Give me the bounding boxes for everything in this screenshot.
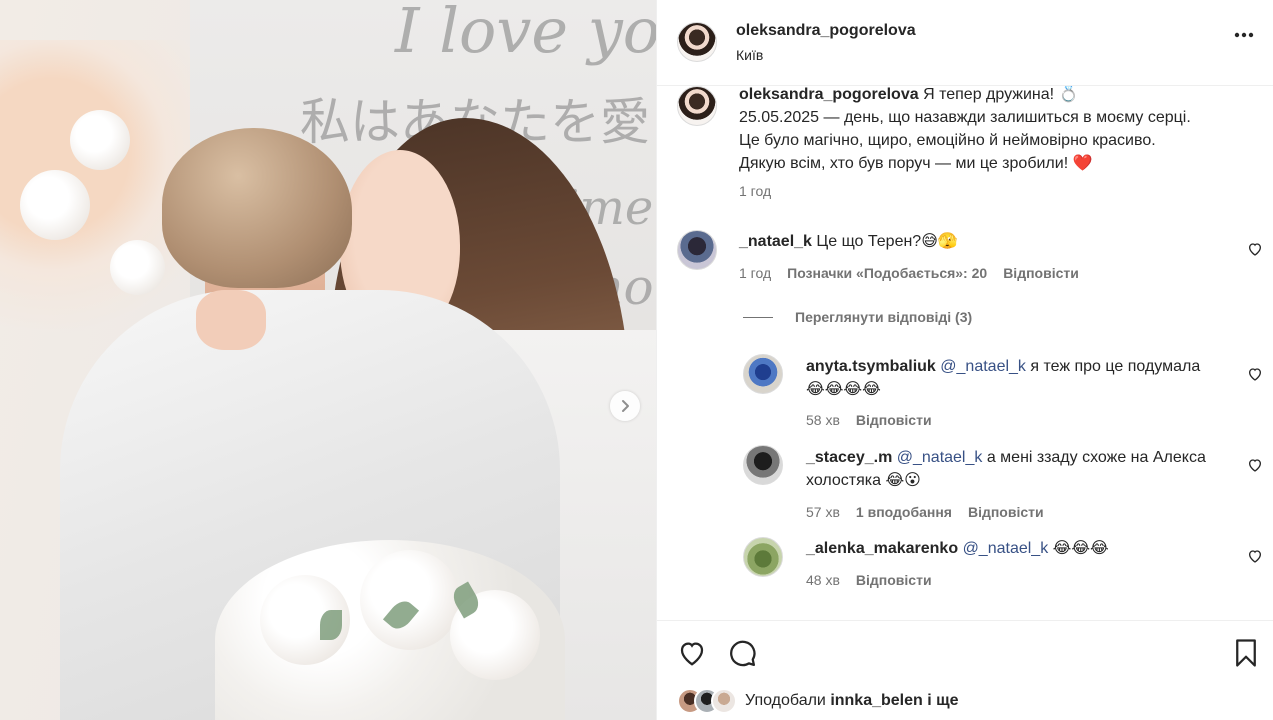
reply-username[interactable]: _stacey_.m [806, 449, 892, 466]
heart-icon[interactable] [677, 638, 707, 668]
reply-mention[interactable]: @_natael_k [940, 358, 1026, 375]
caption-username[interactable]: oleksandra_pogorelova [739, 86, 919, 103]
more-horizontal-icon[interactable] [1234, 32, 1254, 38]
reply-time: 57 хв [806, 504, 840, 520]
chevron-right-icon [622, 400, 629, 412]
reply-mention[interactable]: @_natael_k [963, 540, 1049, 557]
reply-body: 😂😂😂 [1048, 540, 1109, 557]
photo-man-hair [162, 128, 352, 288]
liked-by-username[interactable]: innka_belen [830, 692, 922, 710]
reply-button[interactable]: Відповісти [856, 412, 932, 428]
avatar[interactable] [743, 445, 783, 485]
reply-body: а мені ззаду схоже на Алекса [982, 449, 1206, 466]
reply-likes-count[interactable]: 1 вподобання [856, 504, 952, 520]
reply-body-line-2: 😂😂😂😂 [806, 381, 881, 398]
comment-icon[interactable] [727, 638, 757, 668]
comments-section[interactable]: oleksandra_pogorelova Я тепер дружина! 💍… [657, 86, 1273, 620]
comment-likes-count[interactable]: Позначки «Подобається»: 20 [787, 265, 987, 281]
reply-username[interactable]: _alenka_makarenko [806, 540, 958, 557]
caption-time: 1 год [739, 183, 772, 199]
reply-meta: 48 хв Відповісти [806, 572, 932, 588]
heart-icon[interactable] [1247, 241, 1263, 257]
caption-line-4: Дякую всім, хто був поруч — ми це зробил… [739, 155, 1093, 172]
reply-button[interactable]: Відповісти [856, 572, 932, 588]
liked-by-prefix: Уподобали [745, 692, 831, 709]
reply-username[interactable]: anyta.tsymbaliuk [806, 358, 936, 375]
comment-meta: 1 год Позначки «Подобається»: 20 Відпові… [739, 265, 1079, 281]
reply-text: anyta.tsymbaliuk @_natael_k я теж про це… [806, 355, 1231, 401]
header-location[interactable]: Київ [736, 47, 763, 63]
reply-body: я теж про це подумала [1025, 358, 1201, 375]
reply-meta: 58 хв Відповісти [806, 412, 932, 428]
photo-flower [20, 170, 90, 240]
caption: oleksandra_pogorelova Я тепер дружина! 💍… [739, 86, 1259, 175]
reply-button[interactable]: Відповісти [968, 504, 1044, 520]
reply-mention[interactable]: @_natael_k [897, 449, 983, 466]
caption-meta: 1 год [739, 183, 771, 199]
reply-time: 58 хв [806, 412, 840, 428]
header-username[interactable]: oleksandra_pogorelova [736, 22, 916, 40]
photo-leaf [320, 610, 342, 640]
comment-text: _natael_k Це що Терен?😅🫣 [739, 230, 958, 253]
comment-body: Це що Терен?😅🫣 [816, 233, 958, 250]
post-header: oleksandra_pogorelova Київ [657, 0, 1273, 86]
caption-line-2: 25.05.2025 — день, що назавжди залишитьс… [739, 109, 1191, 126]
photo-flower [110, 240, 165, 295]
photo-peony [360, 550, 460, 650]
photo-flower [70, 110, 130, 170]
liked-by-suffix[interactable]: і ще [923, 692, 958, 710]
reply-meta: 57 хв 1 вподобання Відповісти [806, 504, 1044, 520]
avatar [711, 688, 737, 714]
reply-time: 48 хв [806, 572, 840, 588]
avatar[interactable] [677, 22, 717, 62]
avatar[interactable] [677, 86, 717, 126]
avatar[interactable] [743, 537, 783, 577]
comment-username[interactable]: _natael_k [739, 233, 812, 250]
caption-line-3: Це було магічно, щиро, емоційно й неймов… [739, 132, 1156, 149]
view-replies-label[interactable]: Переглянути відповіді (3) [795, 309, 972, 325]
liked-by-avatars[interactable] [677, 688, 739, 714]
reply-text: _alenka_makarenko @_natael_k 😂😂😂 [806, 537, 1231, 560]
carousel-next-button[interactable] [610, 391, 640, 421]
view-replies-divider [743, 316, 773, 318]
bookmark-icon[interactable] [1233, 638, 1259, 668]
reply-body-line-2: холостяка 😂😮 [806, 472, 921, 489]
liked-by[interactable]: Уподобали innka_belen і ще [677, 688, 959, 714]
reply-text: _stacey_.m @_natael_k а мені ззаду схоже… [806, 446, 1231, 492]
avatar[interactable] [743, 354, 783, 394]
post-details-panel: oleksandra_pogorelova Київ oleksandra_po… [656, 0, 1273, 720]
post-actions: Уподобали innka_belen і ще [657, 620, 1273, 720]
heart-icon[interactable] [1247, 457, 1263, 473]
caption-line-1: Я тепер дружина! 💍 [923, 86, 1079, 103]
view-replies-button[interactable]: Переглянути відповіді (3) [743, 309, 972, 325]
heart-icon[interactable] [1247, 548, 1263, 564]
comment-time: 1 год [739, 265, 772, 281]
reply-button[interactable]: Відповісти [1003, 265, 1079, 281]
post-photo[interactable]: I love you 私はあなたを愛 Je t'aime kohan Amo [0, 0, 656, 720]
heart-icon[interactable] [1247, 366, 1263, 382]
photo-script-line-1: I love you [395, 0, 656, 67]
avatar[interactable] [677, 230, 717, 270]
photo-hand [196, 290, 266, 350]
